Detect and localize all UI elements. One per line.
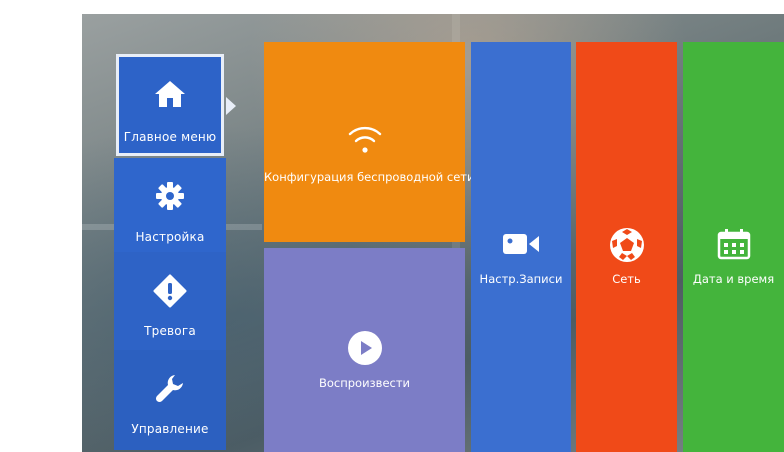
tile-label: Воспроизвести — [318, 376, 411, 390]
sidebar-item-label: Тревога — [144, 324, 196, 338]
sidebar-item-label: Управление — [131, 422, 209, 436]
tile-network[interactable]: Сеть — [576, 42, 677, 452]
camera-icon — [471, 230, 571, 258]
tile-record-settings[interactable]: Настр.Записи — [471, 42, 571, 452]
sidebar-item-settings[interactable]: Настройка — [114, 158, 226, 258]
sidebar-item-alarm[interactable]: Тревога — [114, 252, 226, 352]
home-icon — [119, 79, 221, 115]
tile-date-time[interactable]: Дата и время — [683, 42, 784, 452]
play-icon — [264, 330, 465, 366]
tile-label: Дата и время — [692, 272, 775, 286]
tile-playback[interactable]: Воспроизвести — [264, 248, 465, 452]
network-ball-icon — [576, 226, 677, 264]
sidebar-item-management[interactable]: Управление — [114, 350, 226, 450]
calendar-icon — [683, 228, 784, 260]
gear-icon — [114, 180, 226, 216]
alert-icon — [114, 274, 226, 310]
tile-label: Настр.Записи — [479, 272, 563, 286]
selection-pointer — [226, 97, 236, 115]
sidebar-item-label: Главное меню — [123, 130, 217, 144]
wifi-icon — [264, 122, 465, 156]
tile-wireless-config[interactable]: Конфигурация беспроводной сети — [264, 42, 475, 242]
wrench-icon — [114, 372, 226, 408]
main-menu-screen: Главное меню Настройка Тревога Управлени… — [82, 14, 784, 452]
sidebar-item-label: Настройка — [135, 230, 205, 244]
tile-label: Сеть — [612, 272, 641, 286]
sidebar-item-main-menu[interactable]: Главное меню — [116, 54, 224, 156]
tile-label: Конфигурация беспроводной сети — [264, 170, 475, 184]
